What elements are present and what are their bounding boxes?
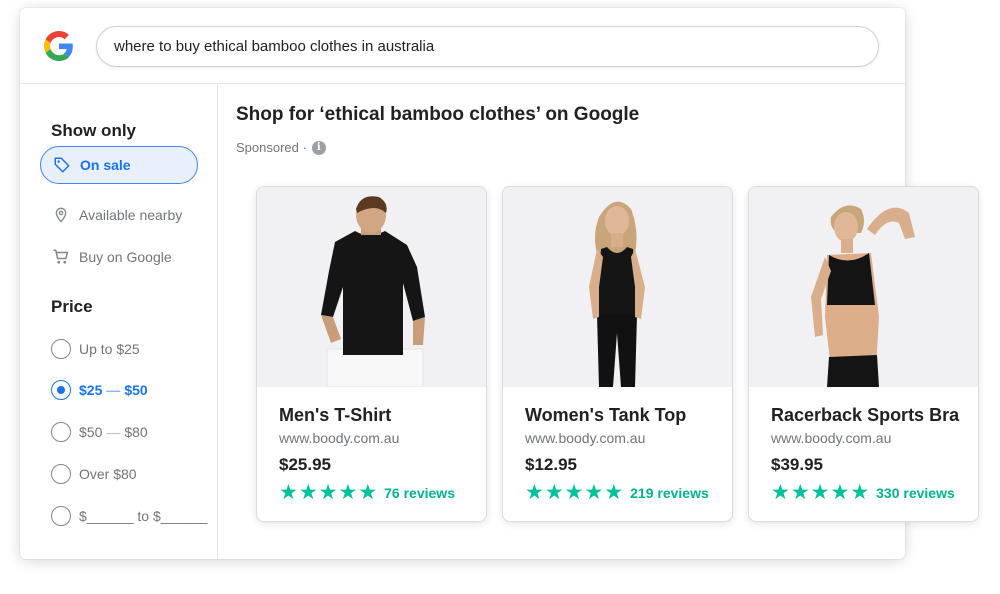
price-50-80[interactable]: $50 — $80 xyxy=(51,420,148,444)
star-rating: ★ ★ ★ ★ ★ xyxy=(771,482,870,503)
search-header: where to buy ethical bamboo clothes in a… xyxy=(20,8,905,84)
star-icon: ★ xyxy=(604,481,624,504)
woman-sports-bra-illustration xyxy=(811,205,915,387)
product-image[interactable] xyxy=(749,187,978,387)
review-count[interactable]: 219 reviews xyxy=(630,485,709,501)
page-title: Shop for ‘ethical bamboo clothes’ on Goo… xyxy=(236,104,640,125)
product-price: $25.95 xyxy=(279,455,331,474)
radio-button[interactable] xyxy=(51,464,71,484)
price-to: $50 xyxy=(124,382,148,398)
cart-icon xyxy=(51,247,71,267)
price-label: Over $80 xyxy=(79,466,137,482)
star-icon: ★ xyxy=(790,481,810,504)
product-site: www.boody.com.au xyxy=(525,430,646,446)
product-image[interactable] xyxy=(503,187,732,387)
star-icon: ★ xyxy=(850,481,870,504)
sponsored-label: Sponsored · i xyxy=(236,140,326,155)
info-icon[interactable]: i xyxy=(311,140,326,155)
product-price: $39.95 xyxy=(771,455,823,474)
star-icon: ★ xyxy=(544,481,564,504)
product-name[interactable]: Racerback Sports Bra xyxy=(771,405,959,426)
star-icon: ★ xyxy=(525,481,544,504)
tag-icon xyxy=(52,155,72,175)
search-input[interactable]: where to buy ethical bamboo clothes in a… xyxy=(96,26,879,67)
product-card[interactable]: Racerback Sports Bra www.boody.com.au $3… xyxy=(748,186,979,522)
product-name[interactable]: Men's T-Shirt xyxy=(279,405,391,426)
man-tshirt-illustration xyxy=(321,196,425,387)
star-rating: ★ ★ ★ ★ ★ xyxy=(525,482,624,503)
product-site: www.boody.com.au xyxy=(771,430,892,446)
filter-on-sale[interactable]: On sale xyxy=(40,146,198,184)
star-icon: ★ xyxy=(771,481,790,504)
product-rating: ★ ★ ★ ★ ★ 330 reviews xyxy=(771,482,955,503)
review-count[interactable]: 76 reviews xyxy=(384,485,455,501)
star-icon: ★ xyxy=(318,481,338,504)
location-pin-icon xyxy=(51,205,71,225)
product-card[interactable]: Men's T-Shirt www.boody.com.au $25.95 ★ ★… xyxy=(256,186,487,522)
price-over-80[interactable]: Over $80 xyxy=(51,462,137,486)
product-name[interactable]: Women's Tank Top xyxy=(525,405,686,426)
filter-buy-on-google[interactable]: Buy on Google xyxy=(51,245,172,269)
radio-button[interactable] xyxy=(51,339,71,359)
star-icon: ★ xyxy=(810,481,830,504)
filter-label: Buy on Google xyxy=(79,249,172,265)
price-heading: Price xyxy=(51,297,93,316)
star-icon: ★ xyxy=(338,481,358,504)
review-count[interactable]: 330 reviews xyxy=(876,485,955,501)
filter-label: Available nearby xyxy=(79,207,183,223)
filter-sidebar: Show only On sale Available nearby Buy o… xyxy=(20,84,218,559)
price-25-50[interactable]: $25 — $50 xyxy=(51,378,148,402)
star-icon: ★ xyxy=(830,481,850,504)
price-up-to-25[interactable]: Up to $25 xyxy=(51,337,140,361)
price-from: $50 xyxy=(79,424,103,440)
sponsored-text: Sponsored · xyxy=(236,140,307,155)
product-rating: ★ ★ ★ ★ ★ 219 reviews xyxy=(525,482,709,503)
product-card[interactable]: Women's Tank Top www.boody.com.au $12.95… xyxy=(502,186,733,522)
filter-available-nearby[interactable]: Available nearby xyxy=(51,203,182,227)
star-icon: ★ xyxy=(584,481,604,504)
product-site: www.boody.com.au xyxy=(279,430,400,446)
product-price: $12.95 xyxy=(525,455,577,474)
star-icon: ★ xyxy=(564,481,584,504)
google-logo[interactable] xyxy=(44,31,74,61)
woman-tank-top-illustration xyxy=(589,201,645,387)
price-custom-range[interactable]: $______ to $______ xyxy=(51,504,207,528)
star-icon: ★ xyxy=(358,481,378,504)
price-from: $25 xyxy=(79,382,103,398)
star-icon: ★ xyxy=(279,481,298,504)
product-image[interactable] xyxy=(257,187,486,387)
show-only-heading: Show only xyxy=(51,121,136,140)
star-icon: ★ xyxy=(298,481,318,504)
radio-button-selected[interactable] xyxy=(51,380,71,400)
radio-button[interactable] xyxy=(51,422,71,442)
custom-range-label[interactable]: $______ to $______ xyxy=(79,508,207,524)
star-rating: ★ ★ ★ ★ ★ xyxy=(279,482,378,503)
price-label: Up to $25 xyxy=(79,341,140,357)
price-to: $80 xyxy=(124,424,148,440)
radio-button[interactable] xyxy=(51,506,71,526)
product-rating: ★ ★ ★ ★ ★ 76 reviews xyxy=(279,482,455,503)
filter-label: On sale xyxy=(80,157,131,173)
